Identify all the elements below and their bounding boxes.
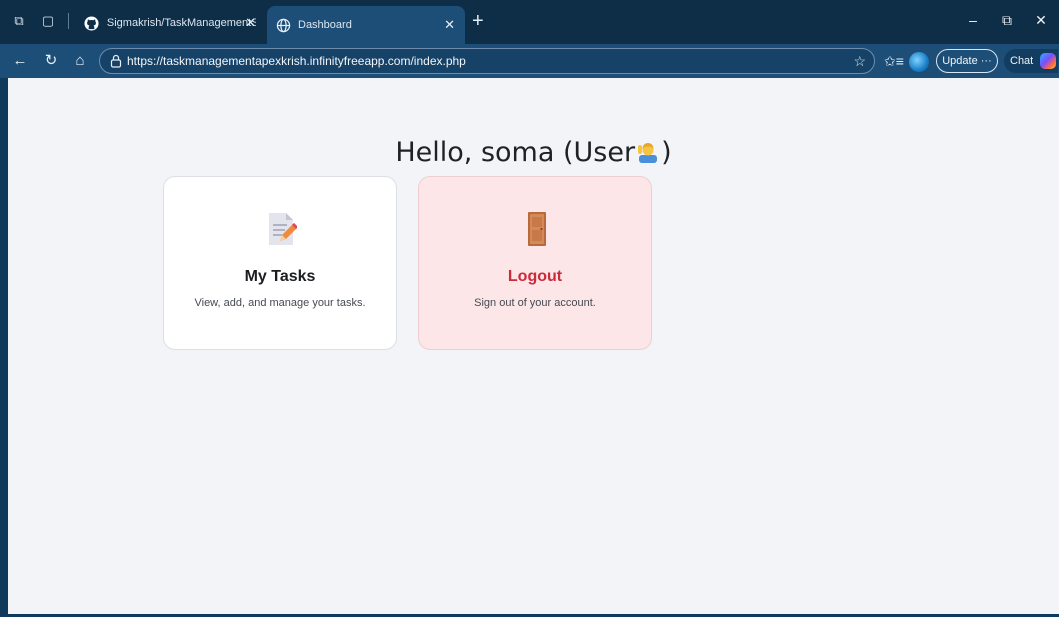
update-button[interactable]: Update ··· [936, 49, 998, 73]
tab-title: Sigmakrish/TaskManagementSyst [106, 17, 256, 29]
card-title: My Tasks [244, 268, 316, 285]
restore-icon[interactable]: ⧉ [997, 10, 1017, 30]
workspaces-icon[interactable]: ⧉ [10, 12, 28, 30]
logout-card[interactable]: Logout Sign out of your account. [418, 176, 652, 350]
tab-actions-icon[interactable]: ▢ [39, 12, 57, 30]
github-icon [84, 15, 100, 31]
close-tab-icon[interactable]: ✕ [245, 15, 256, 31]
copilot-icon [1040, 53, 1056, 69]
memo-icon [267, 211, 298, 247]
page-title: Hello, soma (User) [8, 137, 1059, 168]
tab-separator [68, 13, 69, 29]
url-text[interactable]: https://taskmanagementapexkrish.infinity… [127, 54, 466, 69]
favorites-icon[interactable]: ✩≡ [884, 53, 904, 69]
chat-label: Chat [1010, 55, 1034, 67]
card-description: View, add, and manage your tasks. [194, 297, 366, 309]
globe-icon [275, 17, 291, 33]
greeting-text: Hello, soma (User [395, 137, 636, 168]
back-arrow-icon[interactable]: ← [10, 51, 30, 71]
tab-github[interactable]: Sigmakrish/TaskManagementSyst ✕ [76, 6, 266, 40]
door-icon [522, 211, 552, 247]
favorite-star-icon[interactable]: ☆ [853, 53, 866, 70]
close-tab-icon[interactable]: ✕ [444, 17, 455, 33]
card-title: Logout [507, 268, 563, 285]
tab-title: Dashboard [298, 19, 352, 31]
greeting-close: ) [661, 137, 672, 168]
user-emoji-icon [637, 139, 659, 163]
lock-icon[interactable] [110, 54, 124, 68]
page-viewport: Hello, soma (User) My Tasks View, add, a… [8, 78, 1059, 617]
my-tasks-card[interactable]: My Tasks View, add, and manage your task… [163, 176, 397, 350]
tab-dashboard[interactable]: Dashboard ✕ [267, 6, 465, 44]
tab-strip: ⧉ ▢ Sigmakrish/TaskManagementSyst ✕ Dash… [0, 0, 1059, 44]
browser-toolbar: ← ↻ ⌂ https://taskmanagementapexkrish.in… [0, 44, 1059, 78]
close-window-icon[interactable]: ✕ [1031, 10, 1051, 30]
card-description: Sign out of your account. [474, 297, 596, 309]
minimize-icon[interactable]: – [963, 10, 983, 30]
chat-button[interactable]: Chat [1004, 49, 1058, 73]
profile-avatar[interactable] [909, 52, 929, 72]
new-tab-icon[interactable]: + [472, 10, 484, 32]
home-icon[interactable]: ⌂ [70, 51, 90, 71]
address-bar[interactable]: https://taskmanagementapexkrish.infinity… [99, 48, 875, 74]
refresh-icon[interactable]: ↻ [41, 51, 61, 71]
